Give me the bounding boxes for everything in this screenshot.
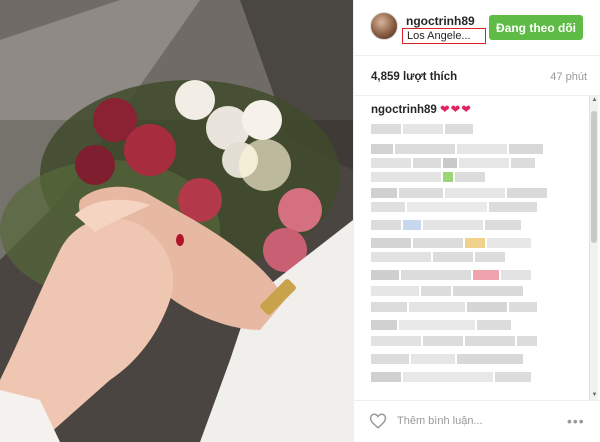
blurred-comment xyxy=(371,354,523,364)
blurred-comment xyxy=(371,320,511,330)
post-caption: ngoctrinh89 ❤❤❤ xyxy=(371,102,472,116)
post-time[interactable]: 47 phút xyxy=(550,71,587,83)
blurred-comment xyxy=(371,372,531,382)
comment-bar: ••• xyxy=(354,400,600,442)
following-button[interactable]: Đang theo dõi xyxy=(489,15,583,40)
likes-count[interactable]: 4,859 lượt thích xyxy=(371,71,457,83)
comments-section: ngoctrinh89 ❤❤❤ ▲ ▼ xyxy=(354,96,600,400)
post-sidebar: ngoctrinh89 Los Angele... Đang theo dõi … xyxy=(353,0,600,442)
post-photo-image xyxy=(0,0,353,442)
blurred-comment xyxy=(371,252,505,262)
comment-input[interactable] xyxy=(397,411,552,431)
blurred-comment xyxy=(371,172,485,182)
blurred-comment xyxy=(371,286,523,296)
scrollbar-thumb[interactable] xyxy=(591,111,597,243)
blurred-comment xyxy=(371,202,537,212)
blurred-comment xyxy=(371,336,537,346)
blurred-comment xyxy=(371,302,537,312)
post-username[interactable]: ngoctrinh89 xyxy=(406,14,475,28)
scroll-down-arrow-icon[interactable]: ▼ xyxy=(590,391,599,400)
blurred-comment xyxy=(371,124,473,134)
blurred-comment xyxy=(371,220,521,230)
blurred-comment xyxy=(371,158,535,168)
blurred-comment xyxy=(371,144,543,154)
post-location[interactable]: Los Angele... xyxy=(402,28,486,44)
blurred-comment xyxy=(371,188,547,198)
heart-outline-icon[interactable] xyxy=(369,412,387,430)
comments-scrollbar[interactable]: ▲ ▼ xyxy=(589,96,598,400)
post-header: ngoctrinh89 Los Angele... Đang theo dõi xyxy=(354,0,600,56)
caption-username[interactable]: ngoctrinh89 xyxy=(371,104,437,116)
blurred-comment xyxy=(371,270,531,280)
blurred-comment xyxy=(371,238,531,248)
caption-hearts: ❤❤❤ xyxy=(440,104,472,116)
profile-avatar[interactable] xyxy=(370,12,398,40)
post-stats: 4,859 lượt thích 47 phút xyxy=(354,56,600,96)
more-dots-icon[interactable]: ••• xyxy=(567,413,585,429)
post-photo[interactable] xyxy=(0,0,353,442)
scroll-up-arrow-icon[interactable]: ▲ xyxy=(590,96,599,105)
